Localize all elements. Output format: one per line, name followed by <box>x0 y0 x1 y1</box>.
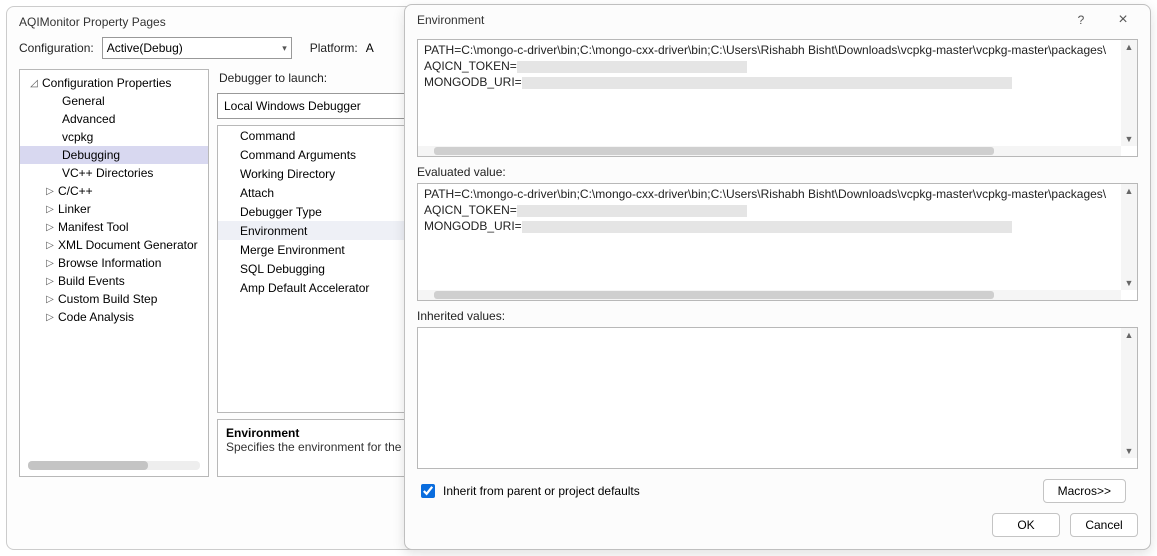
inherited-values-textbox[interactable]: ▲ ▼ <box>417 327 1138 469</box>
scroll-down-icon[interactable]: ▼ <box>1123 446 1135 456</box>
platform-label: Platform: <box>310 41 358 55</box>
tree-item-vcpp-directories[interactable]: VC++ Directories <box>20 164 208 182</box>
environment-value-textbox[interactable]: PATH=C:\mongo-c-driver\bin;C:\mongo-cxx-… <box>417 39 1138 157</box>
v-scrollbar[interactable]: ▲ ▼ <box>1121 328 1137 458</box>
config-tree[interactable]: ◿ Configuration Properties General Advan… <box>19 69 209 477</box>
inherit-checkbox-label: Inherit from parent or project defaults <box>443 484 1035 498</box>
expand-icon[interactable]: ▷ <box>44 240 56 251</box>
tree-h-scrollbar[interactable] <box>28 461 200 470</box>
eval-line-mongodb: MONGODB_URI= <box>424 219 522 233</box>
tree-item-manifest-tool[interactable]: ▷Manifest Tool <box>20 218 208 236</box>
v-scrollbar[interactable]: ▲ ▼ <box>1121 184 1137 290</box>
tree-item-ccpp[interactable]: ▷C/C++ <box>20 182 208 200</box>
tree-root[interactable]: ◿ Configuration Properties <box>20 74 208 92</box>
scrollbar-thumb[interactable] <box>434 147 994 155</box>
scroll-down-icon[interactable]: ▼ <box>1123 134 1135 144</box>
redacted-value <box>517 205 747 217</box>
tree-item-debugging[interactable]: Debugging <box>20 146 208 164</box>
inherit-row: Inherit from parent or project defaults … <box>417 469 1138 507</box>
redacted-value <box>522 77 1012 89</box>
configuration-value: Active(Debug) <box>107 41 183 55</box>
expand-icon[interactable]: ▷ <box>44 312 56 323</box>
expand-icon[interactable]: ▷ <box>44 222 56 233</box>
env-line-aqicn: AQICN_TOKEN= <box>424 59 517 73</box>
redacted-value <box>522 221 1012 233</box>
eval-line-path: PATH=C:\mongo-c-driver\bin;C:\mongo-cxx-… <box>424 187 1106 201</box>
v-scrollbar[interactable]: ▲ ▼ <box>1121 40 1137 146</box>
help-button[interactable]: ? <box>1060 6 1102 34</box>
close-button[interactable]: × <box>1102 6 1144 34</box>
tree-item-advanced[interactable]: Advanced <box>20 110 208 128</box>
cancel-button[interactable]: Cancel <box>1070 513 1138 537</box>
inherit-checkbox[interactable] <box>421 484 435 498</box>
debugger-launch-value: Local Windows Debugger <box>224 99 361 113</box>
redacted-value <box>517 61 747 73</box>
tree-item-vcpkg[interactable]: vcpkg <box>20 128 208 146</box>
tree-item-custom-build-step[interactable]: ▷Custom Build Step <box>20 290 208 308</box>
expand-icon[interactable]: ▷ <box>44 294 56 305</box>
dialog-titlebar: Environment ? × <box>405 5 1150 35</box>
expand-icon[interactable]: ▷ <box>44 276 56 287</box>
tree-item-general[interactable]: General <box>20 92 208 110</box>
tree-item-xml-doc-generator[interactable]: ▷XML Document Generator <box>20 236 208 254</box>
evaluated-value-label: Evaluated value: <box>417 165 1138 179</box>
configuration-label: Configuration: <box>19 41 94 55</box>
expand-icon[interactable]: ▷ <box>44 204 56 215</box>
environment-dialog: Environment ? × PATH=C:\mongo-c-driver\b… <box>404 4 1151 550</box>
dialog-button-row: OK Cancel <box>405 507 1150 549</box>
collapse-icon[interactable]: ◿ <box>28 78 40 89</box>
eval-line-aqicn: AQICN_TOKEN= <box>424 203 517 217</box>
scroll-up-icon[interactable]: ▲ <box>1123 42 1135 52</box>
tree-item-browse-information[interactable]: ▷Browse Information <box>20 254 208 272</box>
scroll-down-icon[interactable]: ▼ <box>1123 278 1135 288</box>
dialog-title: Environment <box>417 13 1060 27</box>
help-icon: ? <box>1078 13 1085 27</box>
macros-button[interactable]: Macros>> <box>1043 479 1126 503</box>
tree-item-code-analysis[interactable]: ▷Code Analysis <box>20 308 208 326</box>
platform-value-cutoff: A <box>366 41 374 55</box>
env-line-path: PATH=C:\mongo-c-driver\bin;C:\mongo-cxx-… <box>424 43 1106 57</box>
scrollbar-thumb[interactable] <box>28 461 148 470</box>
h-scrollbar[interactable] <box>418 290 1121 300</box>
scroll-up-icon[interactable]: ▲ <box>1123 186 1135 196</box>
configuration-select[interactable]: Active(Debug) ▾ <box>102 37 292 59</box>
h-scrollbar[interactable] <box>418 146 1121 156</box>
scroll-up-icon[interactable]: ▲ <box>1123 330 1135 340</box>
chevron-down-icon: ▾ <box>282 43 287 54</box>
expand-icon[interactable]: ▷ <box>44 258 56 269</box>
expand-icon[interactable]: ▷ <box>44 186 56 197</box>
close-icon: × <box>1118 11 1127 29</box>
tree-item-linker[interactable]: ▷Linker <box>20 200 208 218</box>
tree-item-build-events[interactable]: ▷Build Events <box>20 272 208 290</box>
evaluated-value-textbox[interactable]: PATH=C:\mongo-c-driver\bin;C:\mongo-cxx-… <box>417 183 1138 301</box>
inherited-values-label: Inherited values: <box>417 309 1138 323</box>
env-line-mongodb: MONGODB_URI= <box>424 75 522 89</box>
ok-button[interactable]: OK <box>992 513 1060 537</box>
scrollbar-thumb[interactable] <box>434 291 994 299</box>
